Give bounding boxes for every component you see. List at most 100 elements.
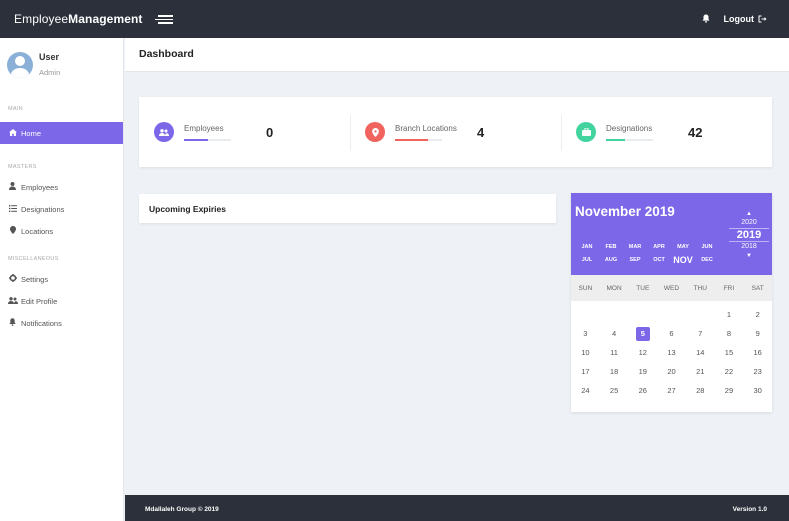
calendar-day[interactable]: 19 — [628, 367, 657, 376]
page-title: Dashboard — [139, 48, 194, 60]
menu-toggle-icon[interactable] — [154, 13, 173, 25]
user-name: User — [39, 52, 60, 62]
sidebar-item-designations[interactable]: Designations — [0, 198, 123, 220]
bell-icon — [8, 318, 17, 328]
logout-button[interactable]: Logout — [724, 14, 768, 24]
stat-designations[interactable]: Designations 42 — [561, 97, 772, 167]
users-icon — [8, 296, 18, 306]
calendar-widget: November 2019 JAN FEB MAR APR MAY JUN JUL AUG S… — [571, 193, 772, 412]
sidebar-item-label: Locations — [21, 226, 54, 236]
sidebar: User Admin Main Home Masters Employees D… — [0, 38, 124, 521]
month-option-sep[interactable]: SEP — [623, 257, 647, 263]
sidebar-item-home[interactable]: Home — [0, 122, 123, 144]
stat-label: Employees — [184, 123, 224, 133]
sidebar-item-settings[interactable]: Settings — [0, 268, 123, 290]
calendar-day[interactable]: 27 — [657, 386, 686, 395]
month-option-aug[interactable]: AUG — [599, 257, 623, 263]
stat-progress-bar — [184, 138, 231, 141]
map-pin-icon — [365, 122, 385, 142]
calendar-day[interactable]: 21 — [686, 367, 715, 376]
weekday-header: SUN MON TUE WED THU FRI SAT — [571, 275, 772, 301]
calendar-day[interactable]: 20 — [657, 367, 686, 376]
brand-bold-text: Management — [68, 12, 143, 26]
calendar-day[interactable]: 18 — [600, 367, 629, 376]
stat-progress-bar — [606, 138, 653, 141]
calendar-day-today[interactable]: 5 — [628, 326, 657, 341]
year-option[interactable]: 2018 — [729, 242, 769, 252]
calendar-day[interactable]: 7 — [686, 329, 715, 338]
year-option-selected[interactable]: 2019 — [729, 228, 769, 242]
stats-card: Employees 0 Branch Locations 4 Designati… — [139, 97, 772, 167]
calendar-day[interactable]: 3 — [571, 329, 600, 338]
calendar-day[interactable]: 24 — [571, 386, 600, 395]
year-up-arrow-icon[interactable]: ▲ — [729, 210, 769, 218]
calendar-day[interactable]: 10 — [571, 348, 600, 357]
calendar-day[interactable]: 4 — [600, 329, 629, 338]
calendar-day[interactable]: 9 — [743, 329, 772, 338]
sidebar-item-employees[interactable]: Employees — [0, 176, 123, 198]
month-option-jan[interactable]: JAN — [575, 244, 599, 250]
month-option-mar[interactable]: MAR — [623, 244, 647, 250]
calendar-day[interactable]: 15 — [715, 348, 744, 357]
calendar-day[interactable]: 30 — [743, 386, 772, 395]
month-option-jul[interactable]: JUL — [575, 257, 599, 263]
calendar-day[interactable]: 16 — [743, 348, 772, 357]
year-down-arrow-icon[interactable]: ▼ — [729, 252, 769, 260]
calendar-day[interactable]: 1 — [715, 310, 744, 319]
calendar-day[interactable]: 26 — [628, 386, 657, 395]
sidebar-item-label: Edit Profile — [21, 296, 58, 306]
stat-value: 4 — [477, 124, 485, 140]
calendar-day[interactable]: 23 — [743, 367, 772, 376]
calendar-day[interactable]: 25 — [600, 386, 629, 395]
month-option-dec[interactable]: DEC — [695, 257, 719, 263]
calendar-days-grid: 1 2 3 4 5 6 7 8 9 10 11 12 13 14 15 16 17 18 19 20 21 22 23 24 2… — [571, 301, 772, 400]
calendar-day[interactable]: 28 — [686, 386, 715, 395]
calendar-day[interactable]: 17 — [571, 367, 600, 376]
calendar-week-row: 17 18 19 20 21 22 23 — [571, 362, 772, 381]
calendar-day[interactable]: 29 — [715, 386, 744, 395]
avatar[interactable] — [7, 52, 33, 78]
users-icon — [154, 122, 174, 142]
notifications-bell-icon[interactable] — [702, 14, 710, 25]
calendar-day[interactable]: 14 — [686, 348, 715, 357]
upcoming-expiries-panel: Upcoming Expiries — [139, 194, 556, 223]
calendar-day[interactable]: 12 — [628, 348, 657, 357]
weekday-label: SAT — [751, 284, 764, 292]
month-option-apr[interactable]: APR — [647, 244, 671, 250]
sidebar-item-notifications[interactable]: Notifications — [0, 312, 123, 334]
weekday-label: THU — [693, 284, 707, 292]
brand-logo[interactable]: EmployeeManagement — [14, 12, 143, 26]
sidebar-item-label: Employees — [21, 182, 59, 192]
sidebar-item-label: Settings — [21, 274, 49, 284]
month-option-feb[interactable]: FEB — [599, 244, 623, 250]
weekday-label: WED — [663, 284, 680, 292]
logout-label: Logout — [723, 14, 755, 24]
brand-light-text: Employee — [14, 12, 69, 26]
month-option-may[interactable]: MAY — [671, 244, 695, 250]
calendar-day[interactable]: 11 — [600, 348, 629, 357]
topbar-actions: Logout — [702, 14, 768, 25]
weekday-label: TUE — [636, 284, 650, 292]
calendar-title: November 2019 — [575, 204, 675, 219]
calendar-day[interactable]: 2 — [743, 310, 772, 319]
sidebar-item-label: Designations — [21, 204, 65, 214]
month-option-nov[interactable]: NOV — [671, 255, 695, 265]
year-option[interactable]: 2020 — [729, 218, 769, 228]
sidebar-item-locations[interactable]: Locations — [0, 220, 123, 242]
stat-branch-locations[interactable]: Branch Locations 4 — [350, 97, 561, 167]
calendar-day[interactable]: 6 — [657, 329, 686, 338]
sign-out-icon — [758, 15, 767, 23]
stat-label: Designations — [606, 123, 653, 133]
stat-employees[interactable]: Employees 0 — [139, 97, 350, 167]
calendar-header: November 2019 JAN FEB MAR APR MAY JUN JUL AUG S… — [571, 193, 772, 275]
sidebar-item-edit-profile[interactable]: Edit Profile — [0, 290, 123, 312]
calendar-day[interactable]: 8 — [715, 329, 744, 338]
calendar-day[interactable]: 22 — [715, 367, 744, 376]
calendar-day[interactable]: 13 — [657, 348, 686, 357]
calendar-week-row: 24 25 26 27 28 29 30 — [571, 381, 772, 400]
page-header: Dashboard — [125, 38, 789, 72]
panel-title: Upcoming Expiries — [149, 204, 226, 214]
month-option-jun[interactable]: JUN — [695, 244, 719, 250]
map-pin-icon — [8, 226, 17, 236]
month-option-oct[interactable]: OCT — [647, 257, 671, 263]
